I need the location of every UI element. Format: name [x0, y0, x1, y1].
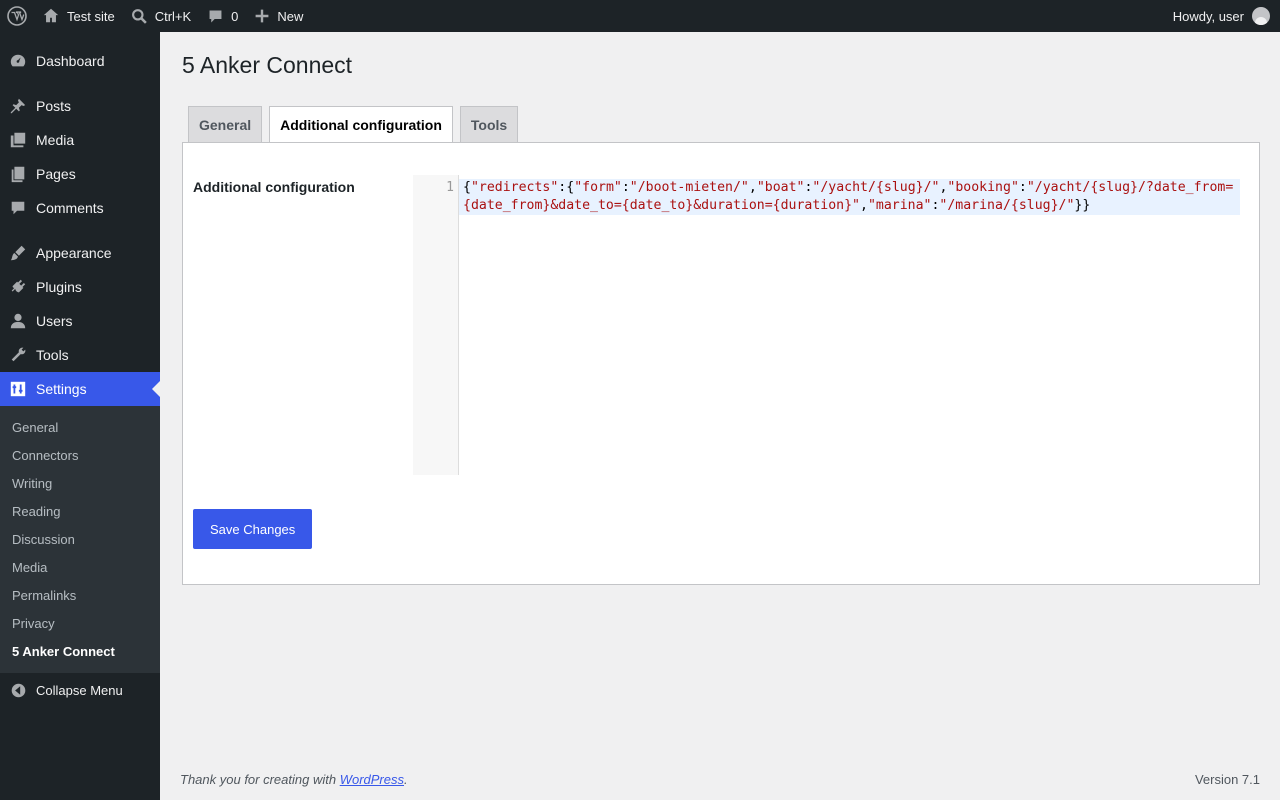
- collapse-menu-label: Collapse Menu: [36, 682, 123, 698]
- save-changes-button[interactable]: Save Changes: [193, 509, 313, 549]
- home-icon: [43, 8, 59, 23]
- wrench-icon: [11, 347, 26, 362]
- field-label: Additional configuration: [193, 179, 355, 195]
- settings-submenu: General Connectors Writing Reading Discu…: [0, 406, 160, 673]
- footer-version: Version 7.1: [1194, 772, 1260, 787]
- code-string-token: "/boot-mieten/": [629, 180, 749, 195]
- search-icon: [131, 8, 147, 24]
- sidebar-item-dashboard[interactable]: Dashboard: [0, 44, 160, 78]
- avatar: [1252, 7, 1270, 25]
- plus-icon: [256, 9, 269, 23]
- comments-link[interactable]: 0: [199, 0, 246, 32]
- line-number: 1: [446, 180, 454, 195]
- pages-icon: [11, 166, 25, 183]
- main-content: 5 Anker Connect General Additional confi…: [160, 32, 1280, 800]
- sidebar-item-label: Appearance: [36, 245, 112, 261]
- code-editor[interactable]: 1 {"redirects":{"form":"/boot-mieten/","…: [413, 175, 1240, 475]
- submenu-item-discussion[interactable]: Discussion: [0, 525, 160, 553]
- pin-icon: [10, 98, 26, 114]
- comment-icon: [11, 201, 25, 215]
- my-account[interactable]: Howdy, user: [1165, 0, 1280, 32]
- site-name-link[interactable]: Test site: [34, 0, 123, 32]
- sidebar-item-plugins[interactable]: Plugins: [0, 270, 160, 304]
- page-title: 5 Anker Connect: [182, 52, 353, 78]
- submenu-item-general[interactable]: General: [0, 413, 160, 441]
- code-punctuation-token: ,: [859, 198, 868, 213]
- greeting: Howdy, user: [1172, 8, 1244, 24]
- line-gutter: 1: [413, 175, 459, 475]
- plug-icon: [11, 279, 26, 293]
- brush-icon: [10, 245, 26, 261]
- code-string-token: "booking": [947, 180, 1019, 195]
- collapse-icon: [11, 683, 25, 697]
- comment-icon: [209, 10, 222, 22]
- code-punctuation-token: {: [463, 180, 471, 195]
- submenu-item-5-anker-connect[interactable]: 5 Anker Connect: [0, 637, 160, 665]
- submenu-item-connectors[interactable]: Connectors: [0, 441, 160, 469]
- code-punctuation-token: :: [621, 180, 630, 195]
- user-icon: [10, 313, 26, 329]
- code-string-token: "marina": [867, 198, 932, 213]
- sidebar-item-comments[interactable]: Comments: [0, 191, 160, 225]
- settings-panel: Additional configuration 1 {"redirects":…: [182, 142, 1260, 585]
- sidebar-item-appearance[interactable]: Appearance: [0, 236, 160, 270]
- sidebar-item-label: Media: [36, 132, 75, 148]
- wordpress-logo-icon[interactable]: [0, 0, 34, 32]
- code-string-token: "/yacht/{slug}/": [812, 180, 940, 195]
- sidebar-item-label: Plugins: [36, 279, 82, 295]
- media-icon: [10, 132, 26, 148]
- collapse-menu-button[interactable]: Collapse Menu: [0, 673, 160, 707]
- code-punctuation-token: :: [1018, 180, 1027, 195]
- settings-icon: [10, 381, 26, 397]
- code-punctuation-token: ,: [748, 180, 757, 195]
- search-shortcut[interactable]: Ctrl+K: [123, 0, 199, 32]
- search-shortcut-label: Ctrl+K: [154, 8, 192, 24]
- submenu-item-permalinks[interactable]: Permalinks: [0, 581, 160, 609]
- code-punctuation-token: }}: [1074, 198, 1091, 213]
- sidebar-item-label: Tools: [36, 347, 69, 363]
- sidebar-item-users[interactable]: Users: [0, 304, 160, 338]
- sidebar-item-label: Comments: [36, 200, 104, 216]
- submenu-item-writing[interactable]: Writing: [0, 469, 160, 497]
- sidebar-item-label: Dashboard: [36, 53, 105, 69]
- sidebar-item-settings[interactable]: Settings: [0, 372, 160, 406]
- dashboard-icon: [10, 54, 26, 67]
- tab-general[interactable]: General: [188, 106, 263, 142]
- comments-count: 0: [231, 8, 239, 24]
- code-punctuation-token: :{: [558, 180, 575, 195]
- settings-tabs: General Additional configuration Tools: [188, 106, 525, 143]
- submenu-item-reading[interactable]: Reading: [0, 497, 160, 525]
- footer-thanks: Thank you for creating with WordPress.: [180, 772, 408, 787]
- new-content-link[interactable]: New: [246, 0, 311, 32]
- tab-additional-configuration[interactable]: Additional configuration: [269, 106, 453, 143]
- submenu-item-privacy[interactable]: Privacy: [0, 609, 160, 637]
- admin-bar: Test site Ctrl+K 0 New Howdy, user: [0, 0, 1280, 32]
- sidebar-item-label: Posts: [36, 98, 72, 114]
- new-label: New: [277, 8, 304, 24]
- code-string-token: "redirects": [470, 180, 559, 195]
- sidebar-item-label: Users: [36, 313, 73, 329]
- code-string-token: "boat": [756, 180, 805, 195]
- wordpress-link[interactable]: WordPress: [340, 772, 404, 787]
- site-name: Test site: [67, 8, 115, 24]
- code-line[interactable]: {"redirects":{"form":"/boot-mieten/","bo…: [459, 179, 1240, 215]
- admin-sidebar: Dashboard Posts Media Pages Comments App…: [0, 32, 160, 800]
- footer-thanks-suffix: .: [404, 772, 408, 787]
- sidebar-item-posts[interactable]: Posts: [0, 89, 160, 123]
- sidebar-item-pages[interactable]: Pages: [0, 157, 160, 191]
- sidebar-item-label: Pages: [36, 166, 76, 182]
- code-string-token: "form": [574, 180, 622, 195]
- footer-thanks-text: Thank you for creating with: [180, 772, 340, 787]
- sidebar-item-label: Settings: [36, 381, 87, 397]
- submenu-item-media[interactable]: Media: [0, 553, 160, 581]
- sidebar-item-tools[interactable]: Tools: [0, 338, 160, 372]
- tab-tools[interactable]: Tools: [459, 106, 519, 142]
- code-string-token: "/marina/{slug}/": [939, 198, 1075, 213]
- sidebar-item-media[interactable]: Media: [0, 123, 160, 157]
